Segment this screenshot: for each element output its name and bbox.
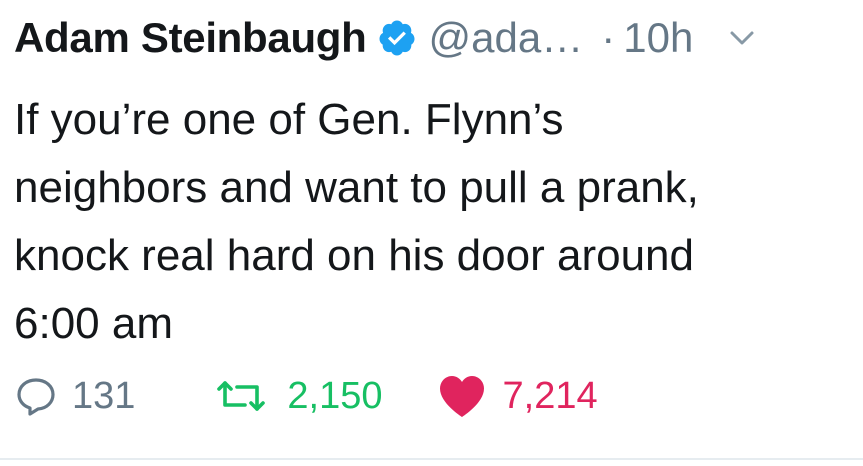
chevron-down-icon[interactable] [727, 23, 757, 53]
tweet-text: If you’re one of Gen. Flynn’s neighbors … [14, 86, 834, 358]
retweet-icon [213, 374, 269, 418]
tweet-actions: 131 2,150 7,214 [14, 368, 598, 424]
tweet-header: Adam Steinbaugh @ada… · 10h [14, 10, 757, 66]
tweet: Adam Steinbaugh @ada… · 10h If you’re on… [0, 0, 863, 466]
verified-badge-icon [377, 18, 417, 58]
tweet-timestamp[interactable]: 10h [623, 14, 693, 62]
heart-icon [437, 373, 487, 419]
like-count: 7,214 [502, 374, 598, 417]
reply-icon [14, 374, 58, 418]
author-display-name[interactable]: Adam Steinbaugh [14, 14, 367, 62]
tweet-text-line: 6:00 am [14, 299, 173, 348]
header-separator: · [601, 14, 616, 61]
retweet-button[interactable]: 2,150 [213, 374, 383, 418]
retweet-count: 2,150 [287, 374, 383, 417]
author-handle[interactable]: @ada… [429, 14, 584, 62]
like-button[interactable]: 7,214 [437, 373, 598, 419]
reply-button[interactable]: 131 [14, 374, 135, 418]
tweet-text-line: If you’re one of Gen. Flynn’s [14, 95, 564, 144]
tweet-text-line: neighbors and want to pull a prank, [14, 163, 699, 212]
reply-count: 131 [72, 374, 136, 417]
divider [0, 458, 863, 460]
tweet-text-line: knock real hard on his door around [14, 231, 694, 280]
